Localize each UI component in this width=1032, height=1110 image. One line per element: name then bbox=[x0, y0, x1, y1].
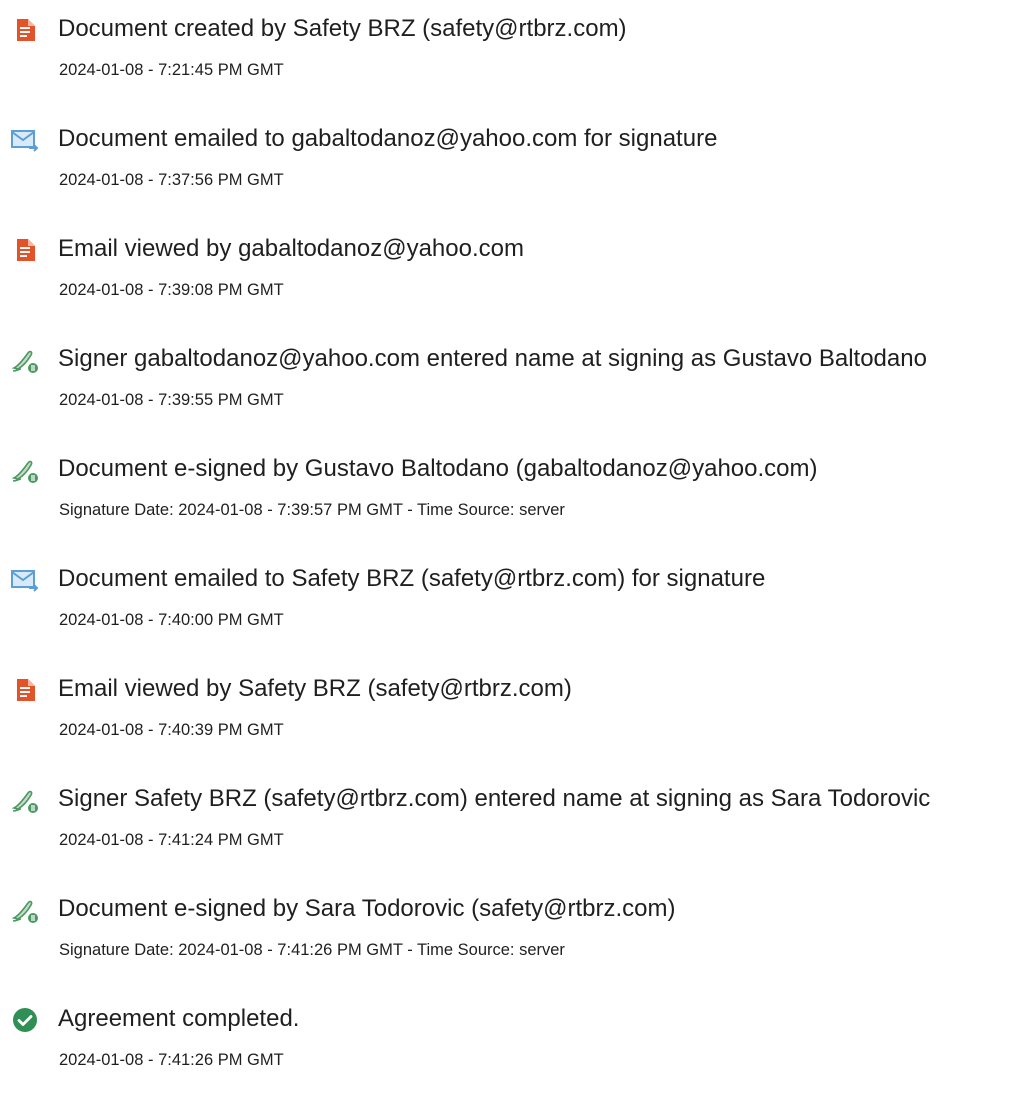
email-icon bbox=[10, 565, 40, 595]
event-title: Document emailed to Safety BRZ (safety@r… bbox=[58, 565, 766, 592]
audit-event: Document e-signed by Gustavo Baltodano (… bbox=[0, 448, 1032, 538]
audit-event: Agreement completed. 2024-01-08 - 7:41:2… bbox=[0, 998, 1032, 1088]
email-icon bbox=[10, 125, 40, 155]
event-title: Email viewed by gabaltodanoz@yahoo.com bbox=[58, 235, 524, 262]
event-title: Email viewed by Safety BRZ (safety@rtbrz… bbox=[58, 675, 572, 702]
sign-icon bbox=[10, 895, 40, 925]
audit-event: Document created by Safety BRZ (safety@r… bbox=[0, 8, 1032, 98]
audit-event: Signer gabaltodanoz@yahoo.com entered na… bbox=[0, 338, 1032, 428]
audit-event: Signer Safety BRZ (safety@rtbrz.com) ent… bbox=[0, 778, 1032, 868]
event-title: Document emailed to gabaltodanoz@yahoo.c… bbox=[58, 125, 718, 152]
audit-event: Email viewed by Safety BRZ (safety@rtbrz… bbox=[0, 668, 1032, 758]
event-timestamp: 2024-01-08 - 7:41:24 PM GMT bbox=[59, 831, 284, 849]
event-timestamp: 2024-01-08 - 7:40:00 PM GMT bbox=[59, 611, 284, 629]
event-timestamp: Signature Date: 2024-01-08 - 7:39:57 PM … bbox=[59, 501, 565, 519]
sign-icon bbox=[10, 345, 40, 375]
event-timestamp: 2024-01-08 - 7:21:45 PM GMT bbox=[59, 61, 284, 79]
event-title: Document e-signed by Sara Todorovic (saf… bbox=[58, 895, 676, 922]
sign-icon bbox=[10, 455, 40, 485]
audit-event: Email viewed by gabaltodanoz@yahoo.com 2… bbox=[0, 228, 1032, 318]
event-title: Agreement completed. bbox=[58, 1005, 300, 1032]
document-icon bbox=[10, 675, 40, 705]
event-timestamp: 2024-01-08 - 7:37:56 PM GMT bbox=[59, 171, 284, 189]
event-timestamp: 2024-01-08 - 7:41:26 PM GMT bbox=[59, 1051, 284, 1069]
audit-event: Document emailed to Safety BRZ (safety@r… bbox=[0, 558, 1032, 648]
event-title: Signer Safety BRZ (safety@rtbrz.com) ent… bbox=[58, 785, 931, 812]
audit-history-list: Document created by Safety BRZ (safety@r… bbox=[0, 0, 1032, 1110]
document-icon bbox=[10, 235, 40, 265]
event-title: Document created by Safety BRZ (safety@r… bbox=[58, 15, 627, 42]
event-timestamp: Signature Date: 2024-01-08 - 7:41:26 PM … bbox=[59, 941, 565, 959]
event-title: Document e-signed by Gustavo Baltodano (… bbox=[58, 455, 818, 482]
audit-event: Document emailed to gabaltodanoz@yahoo.c… bbox=[0, 118, 1032, 208]
audit-event: Document e-signed by Sara Todorovic (saf… bbox=[0, 888, 1032, 978]
event-timestamp: 2024-01-08 - 7:39:55 PM GMT bbox=[59, 391, 284, 409]
event-timestamp: 2024-01-08 - 7:39:08 PM GMT bbox=[59, 281, 284, 299]
sign-icon bbox=[10, 785, 40, 815]
event-title: Signer gabaltodanoz@yahoo.com entered na… bbox=[58, 345, 927, 372]
document-icon bbox=[10, 15, 40, 45]
event-timestamp: 2024-01-08 - 7:40:39 PM GMT bbox=[59, 721, 284, 739]
checkmark-icon bbox=[10, 1005, 40, 1035]
